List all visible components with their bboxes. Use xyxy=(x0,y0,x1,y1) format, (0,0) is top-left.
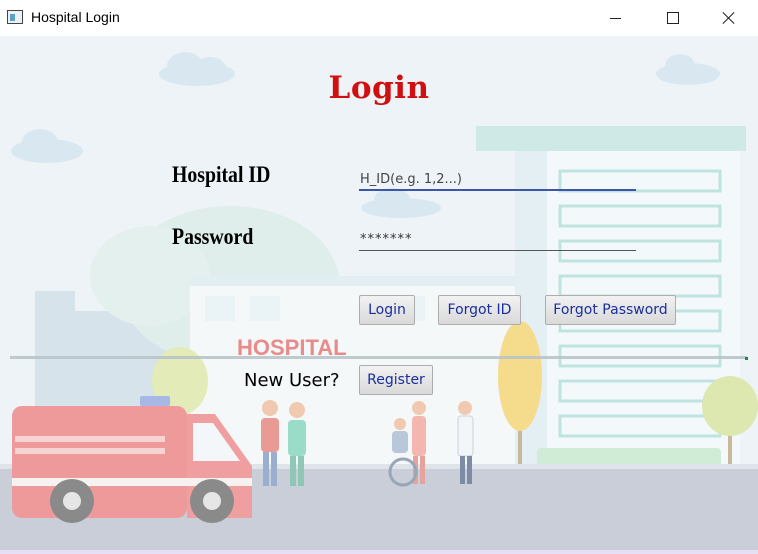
window-title: Hospital Login xyxy=(31,9,120,25)
new-user-label: New User? xyxy=(244,370,340,391)
hospital-id-input[interactable] xyxy=(359,169,636,191)
maximize-icon xyxy=(667,12,679,24)
login-panel: HOSPITAL Login Hospital ID H_ID(e.g. 1,2… xyxy=(0,36,758,554)
hospital-id-label: Hospital ID xyxy=(172,162,271,187)
separator-end-marker xyxy=(745,357,748,360)
register-button[interactable]: Register xyxy=(359,365,433,395)
page-title: Login xyxy=(328,70,430,106)
minimize-icon xyxy=(609,17,621,19)
login-button[interactable]: Login xyxy=(359,295,415,325)
minimize-button[interactable] xyxy=(586,0,644,36)
window-bottom-border xyxy=(0,550,758,554)
maximize-button[interactable] xyxy=(644,0,702,36)
close-button[interactable] xyxy=(700,0,758,36)
title-bar: Hospital Login xyxy=(0,0,758,36)
separator xyxy=(10,356,747,359)
password-input[interactable] xyxy=(359,229,636,251)
password-label: Password xyxy=(172,224,254,249)
app-icon xyxy=(7,10,23,24)
close-icon xyxy=(722,11,736,25)
forgot-password-button[interactable]: Forgot Password xyxy=(545,295,676,325)
forgot-id-button[interactable]: Forgot ID xyxy=(438,295,521,325)
